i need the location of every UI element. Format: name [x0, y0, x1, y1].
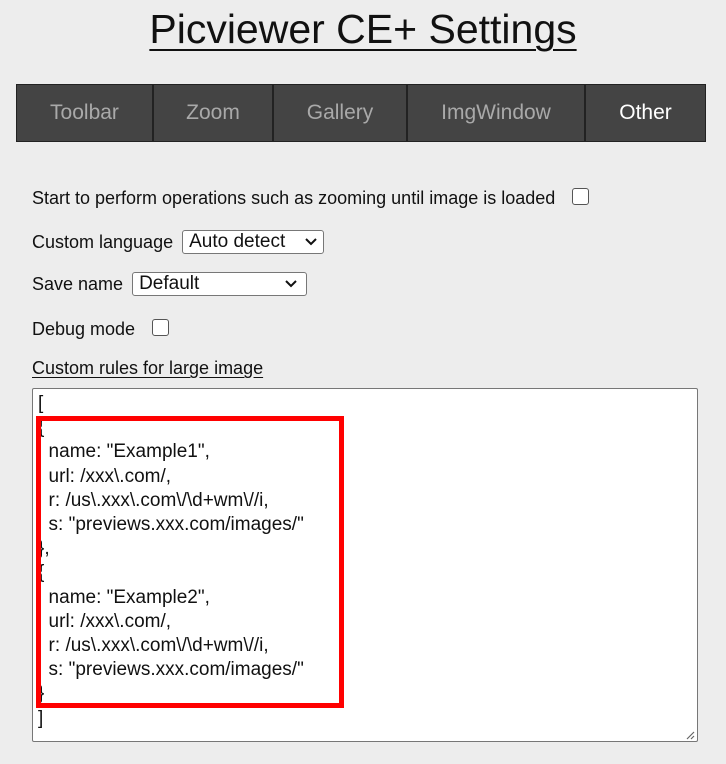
setting-custom-language: Custom language Auto detect	[32, 230, 325, 254]
tab-imgwindow[interactable]: ImgWindow	[408, 85, 586, 141]
setting-debug-mode: Debug mode	[32, 318, 170, 340]
save-name-value: Default	[139, 273, 200, 294]
setting-save-name: Save name Default	[32, 272, 308, 296]
wait-loaded-label: Start to perform operations such as zoom…	[32, 188, 556, 208]
chevron-down-icon	[305, 238, 317, 246]
setting-custom-rules: Custom rules for large image	[32, 358, 263, 379]
tab-zoom[interactable]: Zoom	[154, 85, 274, 141]
tab-other[interactable]: Other	[586, 85, 705, 141]
setting-wait-loaded: Start to perform operations such as zoom…	[32, 187, 590, 209]
debug-mode-label: Debug mode	[32, 319, 136, 339]
debug-mode-checkbox[interactable]	[152, 318, 170, 336]
tab-bar: Toolbar Zoom Gallery ImgWindow Other	[16, 84, 706, 142]
custom-language-select[interactable]: Auto detect	[182, 230, 325, 254]
highlight-box	[36, 416, 344, 708]
tab-toolbar[interactable]: Toolbar	[17, 85, 154, 141]
save-name-label: Save name	[32, 273, 124, 294]
chevron-down-icon	[285, 280, 297, 288]
wait-loaded-checkbox[interactable]	[572, 187, 590, 205]
custom-rules-label[interactable]: Custom rules for large image	[32, 358, 263, 379]
save-name-select[interactable]: Default	[132, 272, 308, 296]
resize-grip-icon[interactable]	[683, 728, 695, 740]
page-title: Picviewer CE+ Settings	[149, 6, 577, 52]
custom-language-label: Custom language	[32, 231, 174, 252]
custom-language-value: Auto detect	[189, 231, 286, 252]
tab-gallery[interactable]: Gallery	[274, 85, 408, 141]
